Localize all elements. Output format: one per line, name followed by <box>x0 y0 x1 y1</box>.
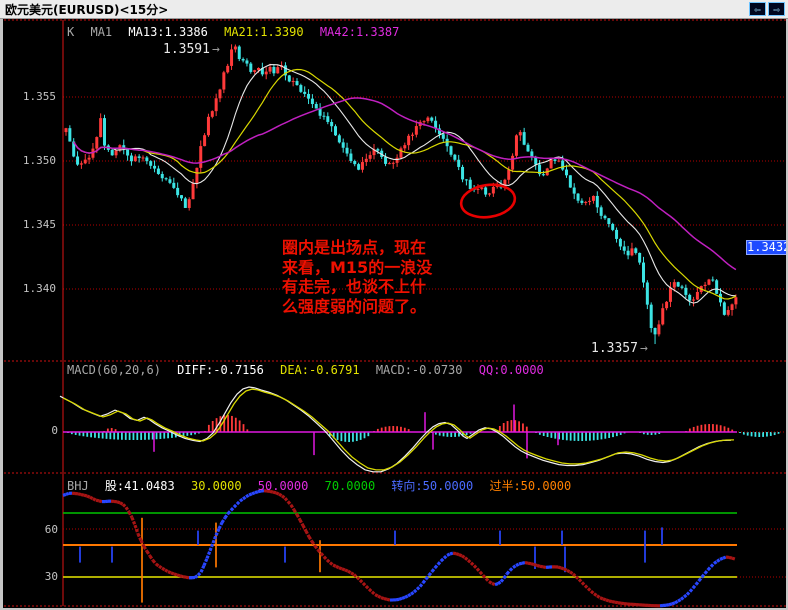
dea-value: DEA:-0.6791 <box>280 363 360 377</box>
ma21-value: MA21:1.3390 <box>224 25 304 39</box>
ma42-value: MA42:1.3387 <box>319 25 400 39</box>
right-arrow-icon: → <box>639 341 648 356</box>
bhj-levels <box>63 512 788 578</box>
bhj-header: BHJ 股:41.0483 30.0000 50.0000 70.0000 转向… <box>67 477 580 494</box>
y-axis-label-1340: 1.340 <box>22 282 56 295</box>
diff-value: DIFF:-0.7156 <box>177 363 264 377</box>
annotation-text: 圈内是出场点，现在 来看，M15的一浪没 有走完，也谈不上什 么强度弱的问题了。 <box>282 238 432 316</box>
current-price-tag: 1.3432 <box>746 240 788 255</box>
forward-arrow-button[interactable]: ⇨ <box>768 2 785 16</box>
bhj-k-value: 股:41.0483 <box>104 479 175 493</box>
main-indicator-header: K MA1 MA13:1.3386 MA21:1.3390 MA42:1.338… <box>67 25 408 39</box>
low-price-text: 1.3357 <box>591 341 638 356</box>
bhj-half-value: 过半:50.0000 <box>489 479 572 493</box>
macd-params: MACD(60,20,6) <box>67 363 161 377</box>
bhj-70-level: 70.0000 <box>324 479 376 493</box>
ma13-value: MA13:1.3386 <box>128 25 208 39</box>
back-arrow-button[interactable]: ⇦ <box>749 2 766 16</box>
y-axis-label-1345: 1.345 <box>22 218 56 231</box>
y-axis-label-1355: 1.355 <box>22 90 56 103</box>
bhj-30-level: 30.0000 <box>190 479 242 493</box>
macd-value: MACD:-0.0730 <box>375 363 463 377</box>
annotation-line: 有走完，也谈不上什 <box>282 277 427 296</box>
bhj-30-label: 30 <box>44 570 58 583</box>
macd-header: MACD(60,20,6) DIFF:-0.7156 DEA:-0.6791 M… <box>67 363 553 377</box>
bhj-50-level: 50.0000 <box>257 479 309 493</box>
annotation-line: 么强度弱的问题了。 <box>282 296 427 316</box>
low-price-marker: 1.3357 → <box>591 341 648 356</box>
annotation-line: 来看，M15的一浪没 <box>282 257 433 277</box>
ma1-label: MA1 <box>90 25 113 39</box>
bhj-name: BHJ <box>67 479 89 493</box>
exit-point-circle <box>459 183 517 219</box>
y-axis-label-1350: 1.350 <box>22 154 56 167</box>
annotation-line: 圈内是出场点，现在 <box>282 238 427 257</box>
bhj-turn-value: 转向:50.0000 <box>391 479 474 493</box>
titlebar-buttons: ⇦ ⇨ <box>749 2 785 16</box>
bhj-k-line <box>62 489 736 608</box>
high-price-text: 1.3591 <box>163 42 210 57</box>
window-edge-left <box>0 0 3 610</box>
bhj-60-label: 60 <box>44 523 58 536</box>
right-arrow-icon: → <box>211 42 220 57</box>
chart-window: 欧元美元(EURUSD)<15分> ⇦ ⇨ K MA1 MA13:1.3386 … <box>0 0 788 610</box>
title-bar: 欧元美元(EURUSD)<15分> ⇦ ⇨ <box>0 0 788 19</box>
k-label: K <box>67 25 75 39</box>
macd-zero-label: 0 <box>51 424 58 437</box>
qq-value: QQ:0.0000 <box>478 363 544 377</box>
high-price-marker: 1.3591 → <box>163 42 220 57</box>
window-title: 欧元美元(EURUSD)<15分> <box>5 2 169 17</box>
